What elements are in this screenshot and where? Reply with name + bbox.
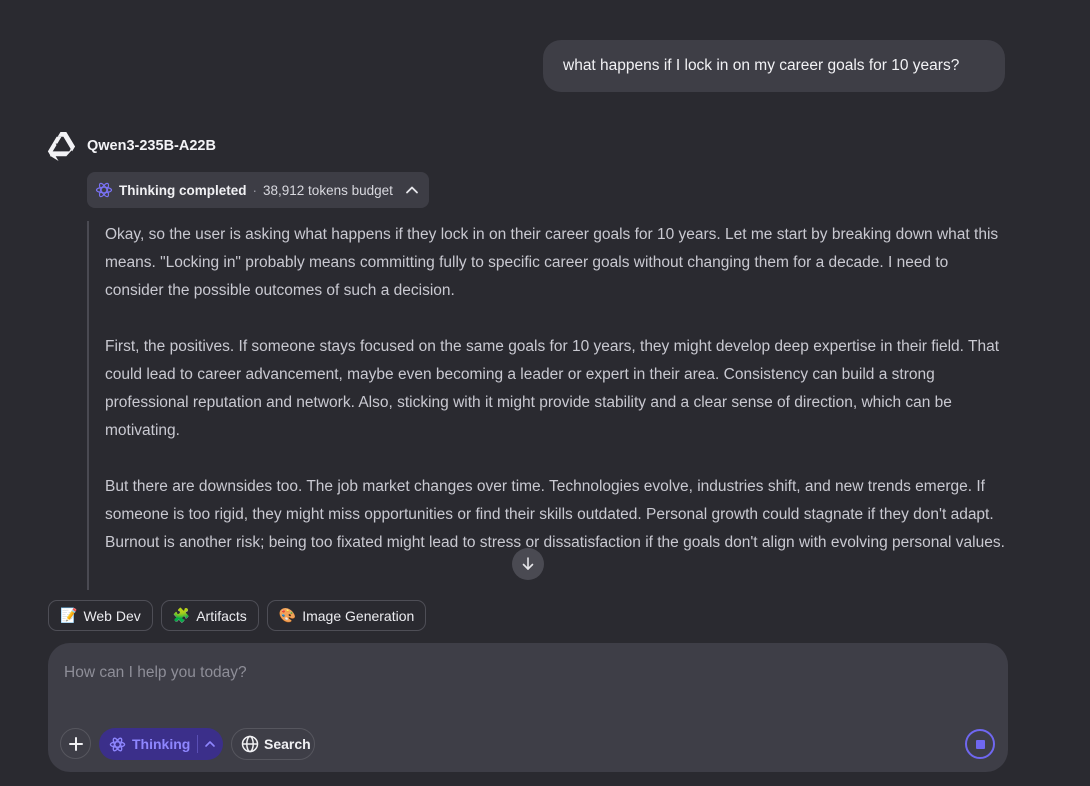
arrow-down-icon (522, 557, 534, 570)
stop-generation-button[interactable] (965, 729, 995, 759)
thought-content: Okay, so the user is asking what happens… (105, 221, 1010, 585)
artifacts-chip[interactable]: 🧩 Artifacts (160, 600, 259, 631)
thinking-status-label: Thinking completed (119, 182, 247, 198)
assistant-header: Qwen3-235B-A22B (44, 129, 216, 163)
memo-icon: 📝 (60, 607, 78, 624)
status-separator: · (252, 182, 258, 198)
chevron-up-icon[interactable] (203, 737, 217, 751)
scroll-to-bottom-button[interactable] (512, 548, 544, 580)
model-name: Qwen3-235B-A22B (87, 138, 216, 154)
globe-icon (241, 735, 259, 753)
thinking-mode-toggle[interactable]: Thinking (99, 728, 223, 760)
toggle-divider (197, 735, 198, 753)
stop-icon (975, 739, 985, 749)
atom-icon (109, 737, 126, 751)
palette-icon: 🎨 (278, 607, 297, 624)
atom-icon (95, 182, 113, 198)
thinking-mode-label: Thinking (132, 736, 191, 752)
plus-icon (68, 736, 83, 751)
thinking-status-toggle[interactable]: Thinking completed · 38,912 tokens budge… (87, 172, 429, 208)
message-composer: Thinking Search (48, 643, 1008, 772)
user-message-bubble: what happens if I lock in on my career g… (543, 40, 1005, 92)
puzzle-icon: 🧩 (172, 607, 191, 624)
image-generation-chip[interactable]: 🎨 Image Generation (266, 600, 427, 631)
search-toggle-button[interactable]: Search (231, 728, 315, 760)
tokens-budget-label: 38,912 tokens budget (263, 182, 393, 198)
chip-label: Image Generation (302, 607, 415, 624)
web-dev-chip[interactable]: 📝 Web Dev (48, 600, 153, 631)
chevron-up-icon (405, 186, 418, 194)
chip-label: Web Dev (83, 607, 141, 624)
suggestion-chips: 📝 Web Dev 🧩 Artifacts 🎨 Image Generation (48, 600, 427, 631)
user-message-text: what happens if I lock in on my career g… (563, 57, 960, 74)
thought-quote-bar (87, 221, 89, 590)
add-attachment-button[interactable] (60, 728, 91, 759)
chip-label: Artifacts (196, 607, 247, 624)
qwen-logo-icon (47, 131, 76, 161)
message-input[interactable] (64, 661, 944, 685)
search-label: Search (264, 736, 311, 752)
thought-paragraph: Okay, so the user is asking what happens… (105, 226, 999, 299)
thought-paragraph: But there are downsides too. The job mar… (105, 478, 1005, 551)
thought-paragraph: First, the positives. If someone stays f… (105, 338, 1000, 439)
